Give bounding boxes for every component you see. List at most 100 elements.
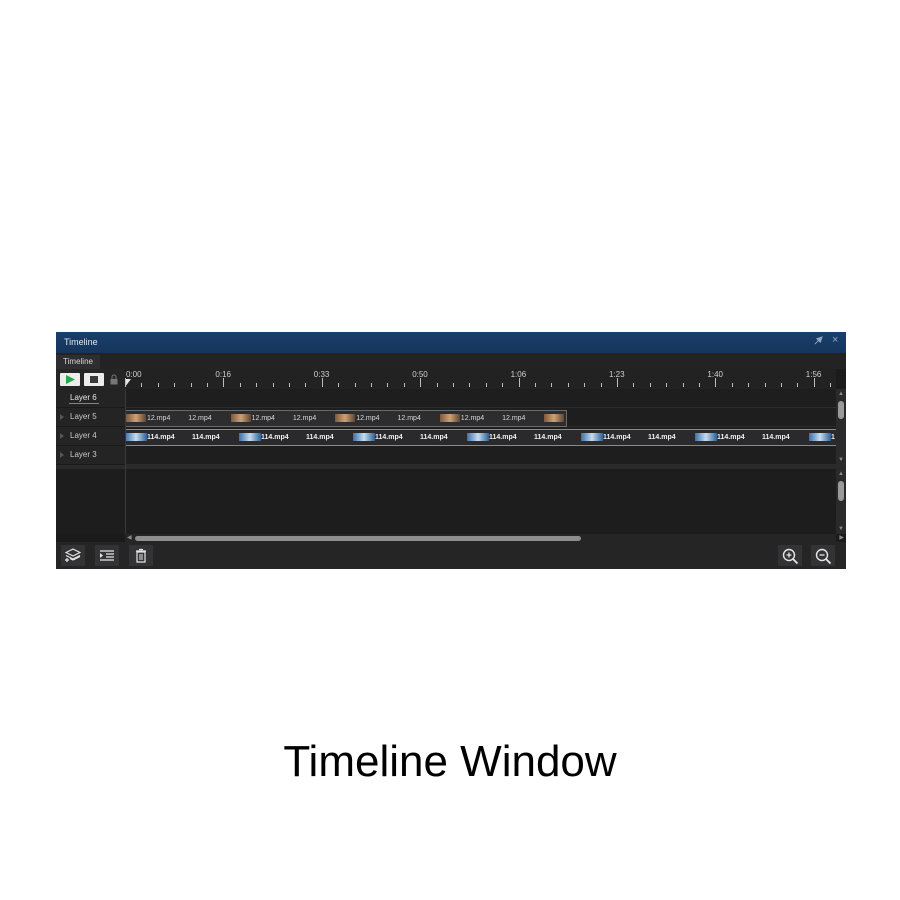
- zoom-in-icon: [782, 548, 799, 564]
- clip-114mp4[interactable]: 114.mp4: [239, 430, 296, 445]
- clip-thumbnail: [125, 433, 147, 441]
- scroll-thumb[interactable]: [838, 401, 844, 419]
- track-layer-5[interactable]: 12.mp4 12.mp4 12.mp4 12.mp4 12.mp4 12.mp4 12.m…: [125, 408, 836, 427]
- stop-icon: [90, 376, 98, 383]
- ruler-tick: [190, 383, 192, 387]
- tab-timeline[interactable]: Timeline: [56, 355, 100, 369]
- indent-button[interactable]: [95, 545, 119, 566]
- track-layer-6[interactable]: [125, 389, 836, 408]
- zoom-in-button[interactable]: [778, 545, 802, 566]
- clip-label: 12.mp4: [188, 415, 212, 422]
- expand-arrow-icon[interactable]: [60, 433, 64, 439]
- expand-arrow-icon[interactable]: [60, 414, 64, 420]
- scroll-right-icon[interactable]: ▶: [839, 534, 844, 541]
- clip-thumbnail: [239, 433, 261, 441]
- time-ruler[interactable]: 0:00 0:16 0:33 0:50 1:06 1:23 1:40 1:56: [125, 369, 836, 389]
- ruler-label: 0:00: [126, 370, 142, 379]
- clip-114mp4[interactable]: 114.mp4: [467, 430, 524, 445]
- ruler-tick: [518, 378, 520, 387]
- ruler-tick: [223, 378, 225, 387]
- clip-114mp4[interactable]: 114.mp4: [524, 430, 581, 445]
- clip-label: 114.mp4: [534, 434, 562, 441]
- clip-group-12mp4[interactable]: 12.mp4 12.mp4 12.mp4 12.mp4 12.mp4 12.mp4 12.m…: [125, 410, 567, 427]
- ruler-tick: [256, 383, 258, 387]
- clip-114mp4[interactable]: 114.mp4: [125, 430, 182, 445]
- clip-12mp4[interactable]: 12.mp4: [492, 411, 544, 426]
- delete-button[interactable]: [129, 545, 153, 566]
- clip-114mp4[interactable]: 114.mp4: [695, 430, 752, 445]
- clip-label: 12.mp4: [356, 415, 380, 422]
- ruler-tick: [174, 383, 176, 387]
- scroll-up-icon[interactable]: ▲: [838, 391, 844, 397]
- add-layer-icon: [65, 548, 81, 562]
- ruler-tick: [600, 383, 602, 387]
- clip-label: 12.mp4: [251, 415, 275, 422]
- clip-thumbnail: [353, 433, 375, 441]
- clip-thumbnail: [335, 414, 356, 422]
- zoom-out-button[interactable]: [811, 545, 835, 566]
- clip-thumbnail: [695, 433, 717, 441]
- track-layer-3[interactable]: [125, 446, 836, 465]
- clip-114mp4[interactable]: 114.mp4: [581, 430, 638, 445]
- ruler-tick: [649, 383, 651, 387]
- clip-12mp4[interactable]: 12.mp4: [178, 411, 230, 426]
- ruler-tick: [764, 383, 766, 387]
- lock-icon[interactable]: [110, 374, 118, 385]
- ruler-tick: [551, 383, 553, 387]
- ruler-tick: [207, 383, 208, 387]
- layer-row-6[interactable]: Layer 6: [56, 389, 125, 408]
- layer-row-4[interactable]: Layer 4: [56, 427, 125, 446]
- ruler-tick: [272, 383, 274, 387]
- clip-thumbnail: [126, 414, 146, 422]
- scroll-down-icon[interactable]: ▼: [838, 457, 844, 463]
- vertical-scrollbar-bottom[interactable]: ▲ ▼: [836, 469, 846, 534]
- ruler-tick: [748, 383, 750, 387]
- horizontal-scrollbar[interactable]: ◀ ▶: [125, 534, 844, 542]
- stop-button[interactable]: [84, 373, 104, 386]
- clip-114mp4[interactable]: 1: [809, 430, 836, 445]
- clip-12mp4[interactable]: 12.mp4: [439, 411, 492, 426]
- clip-label: 12.mp4: [397, 415, 421, 422]
- pin-icon[interactable]: [814, 336, 823, 347]
- layer-row-5[interactable]: Layer 5: [56, 408, 125, 427]
- track-layer-4[interactable]: 114.mp4 114.mp4 114.mp4 114.mp4 114.mp4 114.m…: [125, 427, 836, 446]
- clip-group-114mp4[interactable]: 114.mp4 114.mp4 114.mp4 114.mp4 114.mp4 114.m…: [125, 429, 836, 446]
- scroll-down-icon[interactable]: ▼: [838, 526, 844, 532]
- clip-12mp4[interactable]: 12.mp4: [388, 411, 440, 426]
- clip-12mp4[interactable]: 12.mp4: [126, 411, 178, 426]
- clip-12mp4[interactable]: 12.mp4: [335, 411, 387, 426]
- scroll-up-icon[interactable]: ▲: [838, 471, 844, 477]
- add-layer-button[interactable]: [61, 545, 85, 566]
- clip-114mp4[interactable]: 114.mp4: [182, 430, 239, 445]
- track-area[interactable]: 12.mp4 12.mp4 12.mp4 12.mp4 12.mp4 12.mp4 12.m…: [125, 389, 836, 465]
- clip-114mp4[interactable]: 114.mp4: [353, 430, 410, 445]
- ruler-tick: [567, 383, 569, 387]
- scroll-thumb[interactable]: [838, 481, 844, 501]
- ruler-tick: [141, 383, 143, 387]
- clip-114mp4[interactable]: 114.mp4: [638, 430, 695, 445]
- clip-12mp4[interactable]: 12.mp4: [283, 411, 335, 426]
- layer-list: Layer 6 Layer 5 Layer 4 Layer 3: [56, 389, 125, 465]
- clip-12mp4[interactable]: 12.mp4: [230, 411, 283, 426]
- ruler-tick: [305, 383, 307, 387]
- play-button[interactable]: [60, 373, 80, 386]
- ruler-tick: [699, 383, 700, 387]
- clip-label: 114.mp4: [717, 434, 745, 441]
- clip-114mp4[interactable]: 114.mp4: [752, 430, 809, 445]
- timeline-window: Timeline × Timeline 0:00 0:16 0:33 0:50 1:06…: [56, 332, 846, 569]
- clip-label: 12.mp4: [292, 415, 317, 422]
- scroll-left-icon[interactable]: ◀: [127, 534, 132, 541]
- clip-114mp4[interactable]: 114.mp4: [296, 430, 353, 445]
- vertical-scrollbar-top[interactable]: ▲ ▼: [836, 389, 846, 465]
- close-icon[interactable]: ×: [832, 334, 838, 346]
- clip-114mp4[interactable]: 114.mp4: [410, 430, 467, 445]
- transport-controls: [56, 369, 125, 389]
- ruler-tick: [781, 383, 782, 387]
- ruler-tick: [289, 383, 290, 387]
- expand-arrow-icon[interactable]: [60, 452, 64, 458]
- clip-label: 114.mp4: [762, 434, 790, 441]
- layer-row-3[interactable]: Layer 3: [56, 446, 125, 465]
- empty-track-area: [56, 469, 836, 534]
- scroll-thumb[interactable]: [135, 536, 581, 541]
- clip-label: 114.mp4: [261, 434, 289, 441]
